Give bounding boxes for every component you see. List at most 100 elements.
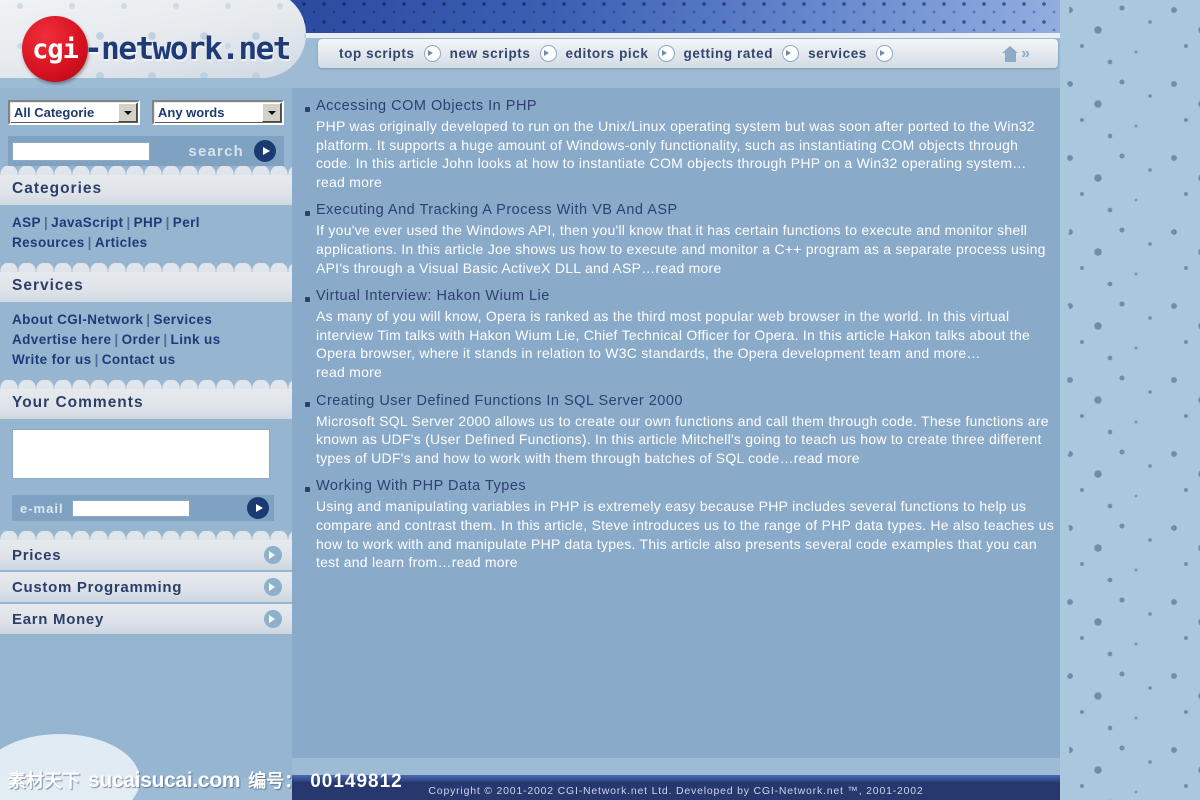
sidebar-buttons: Prices Custom Programming Earn Money [0, 540, 292, 634]
article-title[interactable]: Executing And Tracking A Process With VB… [316, 200, 1054, 221]
link-advertise-here[interactable]: Advertise here [12, 332, 111, 347]
article-item: Creating User Defined Functions In SQL S… [292, 391, 1060, 477]
nav-item-new-scripts[interactable]: new scripts [441, 46, 540, 61]
read-more-link[interactable]: read more [452, 554, 518, 570]
bullet-icon [305, 107, 310, 112]
decorative-dot-pattern [1060, 0, 1200, 800]
section-title-your-comments: Your Comments [0, 389, 292, 419]
nav-item-getting-rated[interactable]: getting rated [675, 46, 783, 61]
article-summary: As many of you will know, Opera is ranke… [316, 308, 1035, 362]
sidebar-button-label: Prices [12, 546, 62, 564]
main-navigation: top scripts new scripts editors pick get… [318, 39, 1058, 68]
footer-accent-strip [292, 775, 1060, 782]
email-row: e-mail [12, 495, 274, 521]
scallop-divider [0, 263, 292, 272]
bullet-icon [305, 211, 310, 217]
link-link-us[interactable]: Link us [171, 332, 221, 347]
read-more-link[interactable]: read more [316, 364, 382, 380]
link-order[interactable]: Order [122, 332, 161, 347]
link-resources[interactable]: Resources [12, 235, 85, 250]
sidebar-button-prices[interactable]: Prices [0, 540, 292, 570]
read-more-link[interactable]: read more [316, 174, 382, 190]
search-submit-button[interactable] [254, 140, 276, 162]
search-label: search [188, 142, 244, 160]
logo-wordmark: -network.net [84, 31, 291, 67]
email-label: e-mail [20, 500, 64, 516]
bullet-icon [305, 297, 310, 303]
arrow-right-icon [264, 610, 282, 628]
sidebar-button-earn-money[interactable]: Earn Money [0, 604, 292, 634]
comment-submit-button[interactable] [247, 497, 269, 519]
email-input[interactable] [71, 499, 190, 517]
article-body: Microsoft SQL Server 2000 allows us to c… [316, 412, 1054, 468]
nav-separator-arrow-icon [423, 45, 441, 62]
sidebar-button-custom-programming[interactable]: Custom Programming [0, 572, 292, 602]
divider: | [114, 332, 119, 347]
search-row: search [8, 136, 284, 166]
search-input[interactable] [12, 141, 150, 161]
link-javascript[interactable]: JavaScript [51, 215, 123, 230]
divider: | [165, 215, 170, 230]
link-write-for-us[interactable]: Write for us [12, 352, 92, 367]
sidebar-button-label: Custom Programming [12, 578, 183, 596]
nav-item-services[interactable]: services [799, 46, 876, 61]
link-about-cgi-network[interactable]: About CGI-Network [12, 312, 143, 327]
link-articles[interactable]: Articles [95, 235, 148, 250]
article-title[interactable]: Virtual Interview: Hakon Wium Lie [316, 286, 1054, 307]
divider: | [94, 352, 99, 367]
link-services[interactable]: Services [153, 312, 212, 327]
article-item: Executing And Tracking A Process With VB… [292, 200, 1060, 286]
article-title[interactable]: Creating User Defined Functions In SQL S… [316, 391, 1054, 412]
category-select[interactable]: All Categorie [8, 100, 140, 125]
article-item: Virtual Interview: Hakon Wium Lie As man… [292, 286, 1060, 390]
divider: | [87, 235, 92, 250]
nav-item-top-scripts[interactable]: top scripts [318, 46, 424, 61]
chevron-down-icon [118, 103, 137, 122]
article-summary: PHP was originally developed to run on t… [316, 118, 1039, 172]
site-logo[interactable]: cgi -network.net [22, 16, 291, 82]
nav-item-editors-pick[interactable]: editors pick [557, 46, 658, 61]
home-icon [1002, 45, 1019, 62]
article-body: As many of you will know, Opera is ranke… [316, 307, 1054, 381]
services-links: About CGI-Network | Services Advertise her… [0, 302, 292, 380]
link-php[interactable]: PHP [134, 215, 163, 230]
divider: | [43, 215, 49, 230]
nav-home-link[interactable]: » [1002, 44, 1058, 62]
match-mode-select[interactable]: Any words [152, 100, 284, 125]
match-mode-select-value: Any words [158, 105, 225, 120]
nav-separator-arrow-icon [657, 45, 675, 62]
link-contact-us[interactable]: Contact us [102, 352, 176, 367]
watermark-site: sucaisucai.com [88, 769, 241, 792]
scallop-divider [0, 380, 292, 389]
watermark-id-value: 00149812 [310, 771, 403, 792]
search-panel: All Categorie Any words search [0, 88, 292, 166]
article-title[interactable]: Working With PHP Data Types [316, 476, 1054, 497]
read-more-link[interactable]: read more [655, 260, 721, 276]
double-chevron-right-icon: » [1021, 44, 1030, 62]
bullet-icon [305, 487, 310, 493]
logo-badge: cgi [22, 16, 88, 82]
read-more-link[interactable]: read more [794, 450, 860, 466]
category-select-value: All Categorie [14, 105, 95, 120]
comment-textarea[interactable] [12, 429, 270, 479]
article-item: Working With PHP Data Types Using and ma… [292, 476, 1060, 580]
link-asp[interactable]: ASP [12, 215, 41, 230]
article-title[interactable]: Accessing COM Objects In PHP [316, 96, 1054, 117]
section-title-categories: Categories [0, 175, 292, 205]
divider: | [163, 332, 168, 347]
nav-separator-arrow-icon [782, 45, 800, 62]
chevron-down-icon [262, 103, 281, 122]
article-summary: Using and manipulating variables in PHP … [316, 498, 1059, 571]
bullet-icon [305, 401, 310, 407]
divider: | [146, 312, 151, 327]
scallop-divider [0, 166, 292, 175]
search-selects-row: All Categorie Any words [8, 100, 284, 125]
article-item: Accessing COM Objects In PHP PHP was ori… [292, 96, 1060, 200]
watermark: 素材天下 sucaisucai.com 编号： 00149812 [8, 767, 403, 793]
watermark-cn-text: 素材天下 [8, 771, 80, 792]
watermark-id-label: 编号： [248, 771, 303, 792]
link-perl[interactable]: Perl [173, 215, 200, 230]
sidebar: All Categorie Any words search Categorie… [0, 88, 292, 778]
comment-panel: e-mail [0, 419, 292, 521]
page-root: cgi -network.net top scripts new scripts… [0, 0, 1200, 800]
